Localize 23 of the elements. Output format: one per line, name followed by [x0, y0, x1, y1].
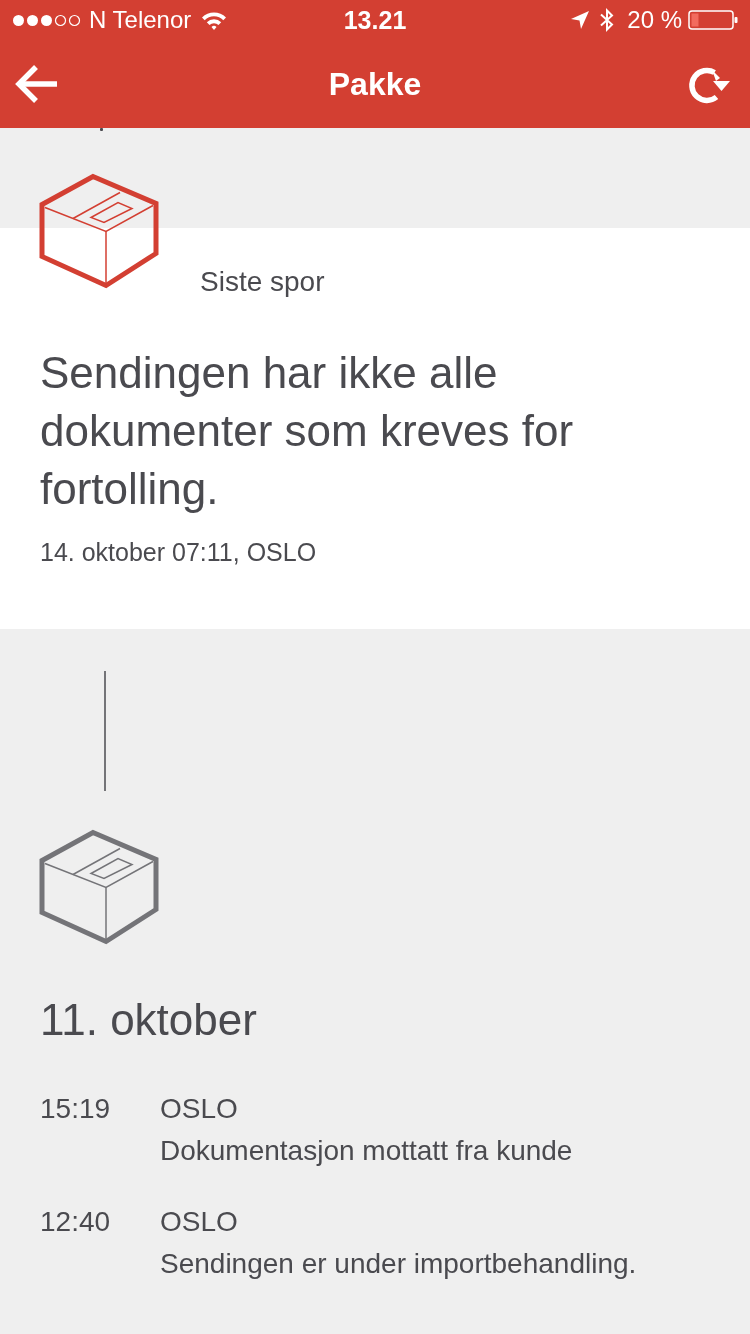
latest-date-place: 14. oktober 07:11, OSLO: [40, 536, 318, 568]
screen-title: Pakke: [328, 65, 422, 103]
battery-percentage: 20 %: [627, 6, 682, 34]
battery-icon: [688, 10, 738, 30]
event-description: Dokumentasjon mottatt fra kunde: [160, 1133, 574, 1168]
event-place: OSLO: [160, 1204, 239, 1239]
day-heading: 11. oktober: [40, 993, 258, 1046]
location-arrow-icon: [571, 11, 590, 29]
carrier-name: N Telenor: [89, 6, 192, 34]
package-box-icon: [37, 171, 161, 290]
event-time: 12:40: [40, 1204, 112, 1239]
clock-time: 13.21: [343, 5, 407, 35]
event-time: 15:19: [40, 1091, 112, 1126]
event-place: OSLO: [160, 1091, 239, 1126]
event-description: Sendingen er under importbehandling.: [160, 1246, 638, 1281]
signal-strength-icon: [12, 13, 81, 27]
latest-label: Siste spor: [200, 265, 325, 298]
back-button[interactable]: [14, 64, 58, 104]
bluetooth-icon: [599, 8, 616, 32]
package-box-icon: [37, 827, 161, 946]
timeline-line: [100, 128, 103, 131]
latest-message: Sendingen har ikke alle dokumenter som kreves for fortolling.: [40, 346, 575, 515]
wifi-icon: [201, 10, 228, 30]
